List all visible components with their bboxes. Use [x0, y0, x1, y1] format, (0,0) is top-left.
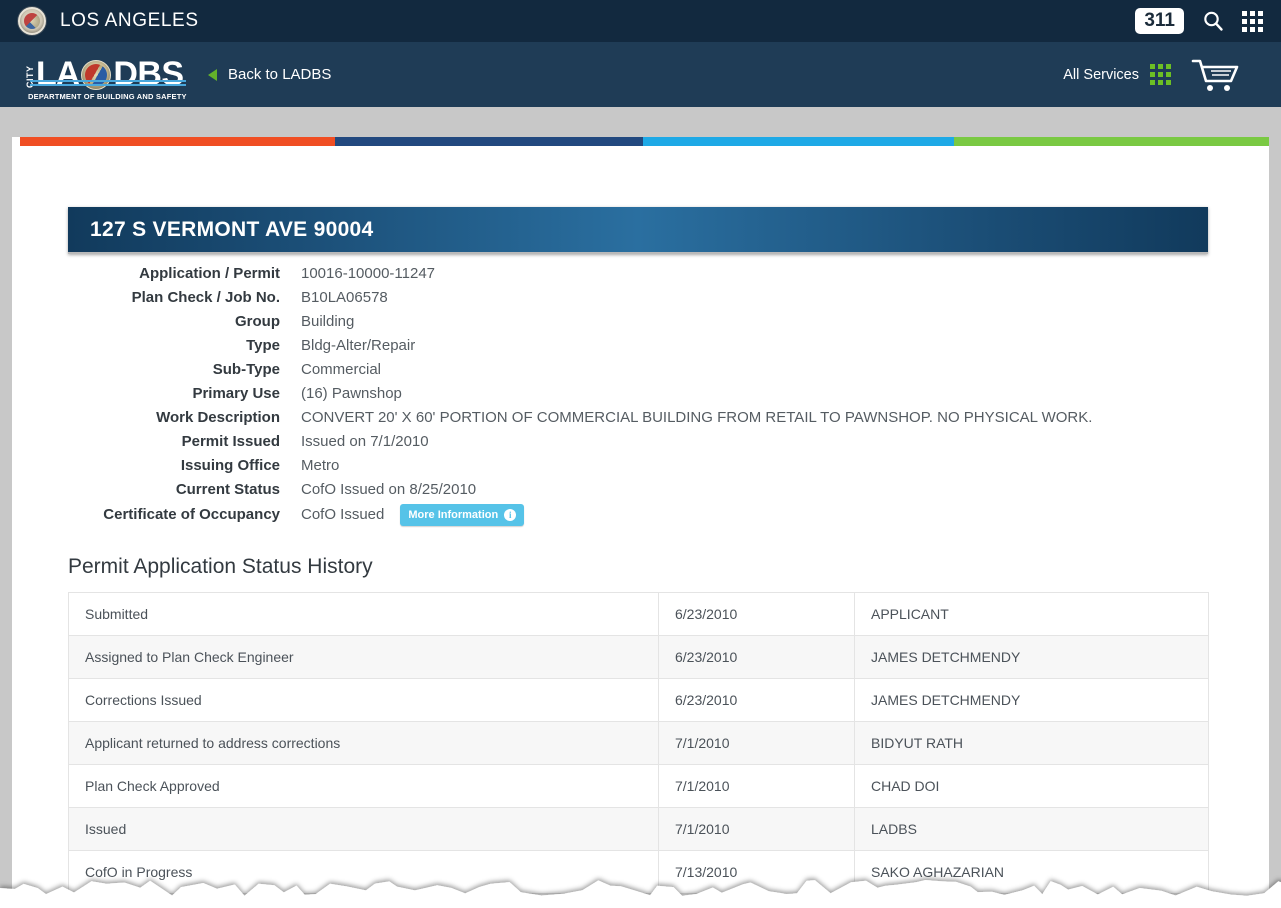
table-cell-status: Applicant returned to address correction…: [68, 721, 659, 765]
badge-311-button[interactable]: 311: [1135, 7, 1184, 35]
detail-row: Issuing Office Metro: [68, 457, 1218, 481]
table-cell-status: Submitted: [68, 592, 659, 636]
back-to-ladbs-link[interactable]: Back to LADBS: [208, 66, 331, 83]
permit-details-list: Application / Permit 10016-10000-11247 Pla…: [68, 265, 1218, 529]
table-cell-by: BIDYUT RATH: [854, 721, 1209, 765]
detail-value: (16) Pawnshop: [301, 385, 402, 402]
detail-label: Primary Use: [192, 385, 280, 402]
table-cell-by: CHAD DOI: [854, 764, 1209, 808]
detail-value: Issued on 7/1/2010: [301, 433, 429, 450]
detail-label: Issuing Office: [180, 457, 280, 474]
ladbs-logo[interactable]: CITY LA DBS DEPARTMENT OF BUILDING AND S…: [25, 49, 187, 101]
table-row: Submitted 6/23/2010 APPLICANT: [68, 592, 1209, 636]
permit-status-history-table: Submitted 6/23/2010 APPLICANT Assigned to P…: [68, 592, 1209, 897]
table-row: Assigned to Plan Check Engineer 6/23/2010…: [68, 635, 1209, 679]
table-cell-status: Issued: [68, 807, 659, 851]
section-title-history: Permit Application Status History: [68, 555, 373, 578]
table-cell-by: APPLICANT: [854, 592, 1209, 636]
progress-segment-step-4: [954, 137, 1269, 146]
table-cell-by: MICHAEL MARTINA: [854, 893, 1209, 897]
detail-row: Type Bldg-Alter/Repair: [68, 337, 1218, 361]
apps-grid-icon-green: [1150, 64, 1171, 85]
detail-row: Plan Check / Job No. B10LA06578: [68, 289, 1218, 313]
apps-grid-icon[interactable]: [1242, 10, 1263, 32]
detail-label: Certificate of Occupancy: [103, 506, 280, 523]
detail-value: CofO Issued More Information i: [301, 504, 525, 527]
more-information-label: More Information: [408, 509, 499, 521]
content-panel: 127 S VERMONT AVE 90004 Application / Pe…: [12, 137, 1269, 897]
detail-label: Current Status: [175, 481, 280, 498]
detail-value: Building: [301, 313, 355, 330]
detail-row: Group Building: [68, 313, 1218, 337]
detail-label: Work Description: [156, 409, 280, 426]
browser-screenshot: LOS ANGELES 311 CITY LA DBS DEPARTMENT O…: [0, 0, 1281, 908]
detail-row: Work Description CONVERT 20' X 60' PORTIO…: [68, 409, 1218, 433]
table-cell-date: 6/23/2010: [658, 635, 855, 679]
progress-segment-step-2: [334, 137, 644, 146]
search-icon[interactable]: [1202, 10, 1224, 32]
progress-color-strip: [20, 137, 1269, 146]
page-title-bar: 127 S VERMONT AVE 90004: [68, 207, 1208, 254]
table-cell-status: CofO Issued: [68, 893, 659, 897]
table-row: Applicant returned to address correction…: [68, 721, 1209, 765]
page-title: 127 S VERMONT AVE 90004: [90, 217, 374, 241]
detail-value: Bldg-Alter/Repair: [301, 337, 416, 354]
detail-label: Group: [235, 313, 280, 330]
progress-segment-step-1: [20, 137, 335, 146]
table-row: Plan Check Approved 7/1/2010 CHAD DOI: [68, 764, 1209, 808]
detail-value: CofO Issued on 8/25/2010: [301, 481, 477, 498]
logo-stripes-decoration: [30, 79, 186, 88]
detail-label: Sub-Type: [212, 361, 280, 378]
table-cell-by: SAKO AGHAZARIAN: [854, 850, 1209, 894]
shopping-cart-icon[interactable]: [1191, 57, 1241, 93]
detail-value: B10LA06578: [301, 289, 388, 306]
table-cell-status: Corrections Issued: [68, 678, 659, 722]
detail-row: Current Status CofO Issued on 8/25/2010: [68, 481, 1218, 505]
more-information-button[interactable]: More Information i: [400, 504, 525, 526]
logo-tagline: DEPARTMENT OF BUILDING AND SAFETY: [28, 91, 187, 101]
table-cell-by: JAMES DETCHMENDY: [854, 635, 1209, 679]
table-row: Corrections Issued 6/23/2010 JAMES DETCHME…: [68, 678, 1209, 722]
table-cell-status: CofO in Progress: [68, 850, 659, 894]
detail-row: Certificate of Occupancy CofO Issued More …: [68, 504, 1218, 529]
la-city-seal-icon: [18, 7, 46, 35]
table-row: CofO Issued8/25/2010MICHAEL MARTINA: [68, 893, 1209, 897]
left-triangle-icon: [208, 68, 217, 81]
city-top-bar: LOS ANGELES 311: [0, 0, 1281, 42]
table-cell-by: JAMES DETCHMENDY: [854, 678, 1209, 722]
table-cell-date: 7/1/2010: [658, 721, 855, 765]
detail-row: Sub-Type Commercial: [68, 361, 1218, 385]
detail-label: Plan Check / Job No.: [131, 289, 280, 306]
city-title: LOS ANGELES: [60, 10, 199, 31]
table-cell-status: Assigned to Plan Check Engineer: [68, 635, 659, 679]
detail-value: Commercial: [301, 361, 382, 378]
table-cell-by: LADBS: [854, 807, 1209, 851]
back-to-ladbs-label: Back to LADBS: [228, 66, 332, 83]
detail-value: CONVERT 20' X 60' PORTION OF COMMERCIAL …: [301, 409, 1093, 426]
all-services-button[interactable]: All Services: [1063, 64, 1171, 85]
table-row: Issued 7/1/2010 LADBS: [68, 807, 1209, 851]
table-cell-status: Plan Check Approved: [68, 764, 659, 808]
detail-label: Application / Permit: [139, 265, 280, 282]
progress-segment-step-3: [643, 137, 955, 146]
detail-value: Metro: [301, 457, 340, 474]
table-row: CofO in Progress 7/13/2010 SAKO AGHAZARIAN: [68, 850, 1209, 894]
all-services-label: All Services: [1063, 66, 1139, 83]
detail-row: Application / Permit 10016-10000-11247: [68, 265, 1218, 289]
info-circle-icon: i: [504, 509, 517, 521]
table-cell-date: 6/23/2010: [658, 678, 855, 722]
table-cell-date: 6/23/2010: [658, 592, 855, 636]
detail-row: Primary Use (16) Pawnshop: [68, 385, 1218, 409]
detail-row: Permit Issued Issued on 7/1/2010: [68, 433, 1218, 457]
detail-label: Type: [246, 337, 280, 354]
detail-value: 10016-10000-11247: [301, 265, 436, 282]
table-cell-date: 7/1/2010: [658, 764, 855, 808]
table-cell-date: 7/1/2010: [658, 807, 855, 851]
detail-label: Permit Issued: [181, 433, 280, 450]
table-cell-date: 7/13/2010: [658, 850, 855, 894]
table-cell-date: 8/25/2010: [658, 893, 855, 897]
ladbs-header-bar: CITY LA DBS DEPARTMENT OF BUILDING AND S…: [0, 42, 1281, 107]
